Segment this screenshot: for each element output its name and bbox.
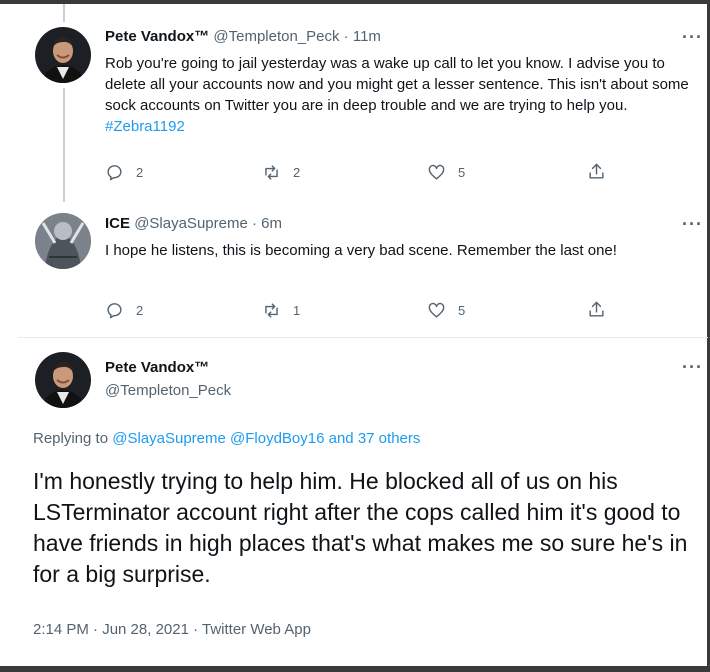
window-frame-top xyxy=(0,0,710,4)
avatar[interactable] xyxy=(35,352,91,408)
like-icon xyxy=(428,302,445,318)
display-name[interactable]: Pete Vandox™ xyxy=(105,28,209,45)
window-frame-bottom xyxy=(0,666,710,672)
user-handle[interactable]: @SlayaSupreme xyxy=(134,215,248,232)
separator: · xyxy=(343,28,349,45)
like-icon xyxy=(428,164,445,180)
reply-icon xyxy=(107,303,122,319)
user-handle[interactable]: @Templeton_Peck xyxy=(213,28,339,45)
avatar[interactable] xyxy=(35,27,91,83)
share-button[interactable] xyxy=(587,300,606,319)
reply-button[interactable]: 2 xyxy=(105,301,143,320)
display-name[interactable]: Pete Vandox™ xyxy=(105,359,209,376)
reply-icon xyxy=(107,165,122,181)
more-icon[interactable]: ··· xyxy=(682,214,703,235)
retweet-button[interactable]: 1 xyxy=(262,301,300,320)
avatar[interactable] xyxy=(35,213,91,269)
replying-users-link[interactable]: @SlayaSupreme @FloydBoy16 xyxy=(112,430,324,447)
reply-count: 2 xyxy=(136,303,144,318)
main-tweet-text: I'm honestly trying to help him. He bloc… xyxy=(33,468,688,587)
like-count: 5 xyxy=(458,303,466,318)
display-name[interactable]: ICE xyxy=(105,215,130,232)
retweet-icon xyxy=(265,165,278,180)
tweet-time[interactable]: 6m xyxy=(261,215,282,232)
tweet-body: Rob you're going to jail yesterday was a… xyxy=(105,55,689,114)
like-button[interactable]: 5 xyxy=(427,301,465,320)
tweet-text: Rob you're going to jail yesterday was a… xyxy=(105,53,695,137)
retweet-button[interactable]: 2 xyxy=(262,163,300,182)
reply-button[interactable]: 2 xyxy=(105,163,143,182)
retweet-icon xyxy=(265,303,278,318)
like-count: 5 xyxy=(458,165,466,180)
replying-to: Replying to @SlayaSupreme @FloydBoy16 an… xyxy=(33,430,420,447)
thread-line-top xyxy=(63,4,65,22)
handle-row: @Templeton_Peck xyxy=(105,382,231,399)
reply-count: 2 xyxy=(136,165,144,180)
separator: · xyxy=(251,215,257,232)
share-icon xyxy=(589,301,604,317)
retweet-count: 1 xyxy=(293,303,301,318)
thread-line-1 xyxy=(63,88,65,202)
retweet-count: 2 xyxy=(293,165,301,180)
tweet-header: ICE @SlayaSupreme · 6m xyxy=(105,215,282,232)
more-icon[interactable]: ··· xyxy=(682,27,703,48)
divider xyxy=(18,337,708,338)
replying-others-link[interactable]: 37 others xyxy=(358,430,421,447)
share-button[interactable] xyxy=(587,162,606,181)
tweet-time[interactable]: 11m xyxy=(353,28,381,45)
hashtag-link[interactable]: #Zebra1192 xyxy=(105,118,185,135)
tweet-timestamp[interactable]: 2:14 PM · Jun 28, 2021 · Twitter Web App xyxy=(33,621,311,638)
more-icon[interactable]: ··· xyxy=(682,357,703,378)
replying-prefix: Replying to xyxy=(33,430,109,447)
share-icon xyxy=(589,163,604,179)
tweet-header: Pete Vandox™ @Templeton_Peck · 11m xyxy=(105,28,381,45)
replying-and: and xyxy=(328,430,354,447)
like-button[interactable]: 5 xyxy=(427,163,465,182)
tweet-text: I hope he listens, this is becoming a ve… xyxy=(105,242,617,259)
display-name-row: Pete Vandox™ xyxy=(105,359,209,376)
user-handle[interactable]: @Templeton_Peck xyxy=(105,382,231,399)
